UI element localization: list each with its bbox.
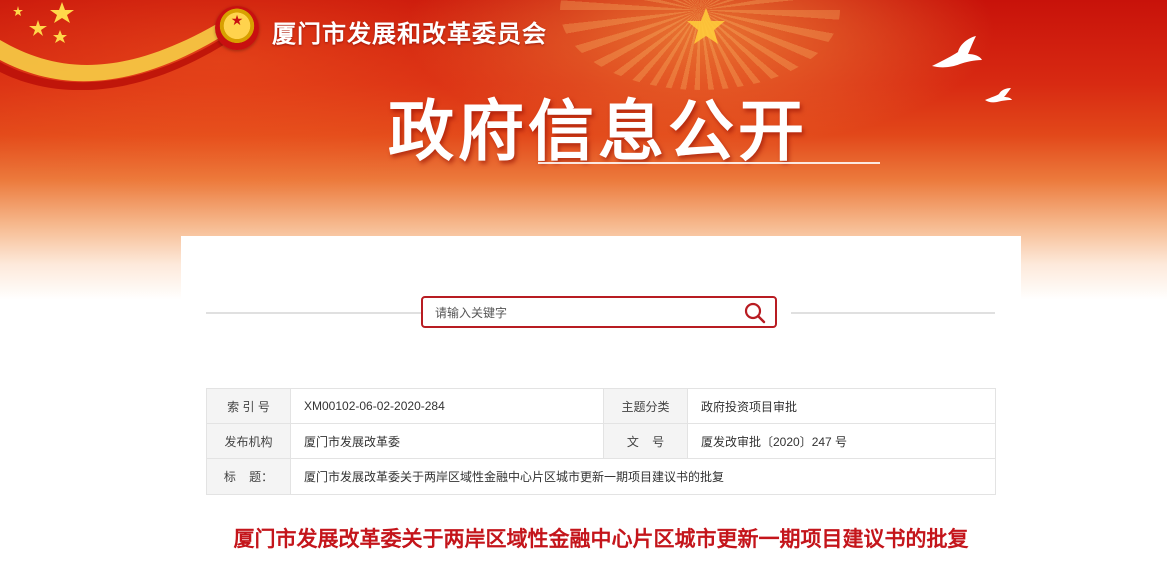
category-label: 主题分类 xyxy=(603,388,688,424)
publisher-label: 发布机构 xyxy=(206,423,291,459)
banner-title: 政府信息公开 xyxy=(388,93,808,170)
index-value: XM00102-06-02-2020-284 xyxy=(290,388,604,424)
content-card: 索 引 号 XM00102-06-02-2020-284 主题分类 政府投资项目… xyxy=(181,236,1021,588)
docno-value: 厦发改审批〔2020〕247 号 xyxy=(687,423,996,459)
publisher-value: 厦门市发展改革委 xyxy=(290,423,604,459)
index-label: 索 引 号 xyxy=(206,388,291,424)
star-icon xyxy=(29,20,47,36)
table-row: 发布机构 厦门市发展改革委 文 号 厦发改审批〔2020〕247 号 xyxy=(206,423,996,459)
search-box xyxy=(421,296,777,328)
dove-icon xyxy=(985,88,1012,103)
national-emblem-icon: ★ xyxy=(215,6,259,50)
divider-left xyxy=(206,312,421,314)
table-row: 标 题： 厦门市发展改革委关于两岸区域性金融中心片区城市更新一期项目建议书的批复 xyxy=(206,458,996,495)
category-value: 政府投资项目审批 xyxy=(687,388,996,424)
document-title: 厦门市发展改革委关于两岸区域性金融中心片区城市更新一期项目建议书的批复 xyxy=(233,527,969,551)
divider-right xyxy=(791,312,995,314)
star-icon xyxy=(53,30,67,43)
search-input[interactable] xyxy=(433,298,737,328)
star-icon xyxy=(687,8,725,44)
dove-icon xyxy=(932,36,982,68)
title-value: 厦门市发展改革委关于两岸区域性金融中心片区城市更新一期项目建议书的批复 xyxy=(290,458,996,495)
docno-label: 文 号 xyxy=(603,423,688,459)
star-icon xyxy=(50,2,74,23)
title-label: 标 题： xyxy=(206,458,291,495)
table-row: 索 引 号 XM00102-06-02-2020-284 主题分类 政府投资项目… xyxy=(206,388,996,424)
search-icon[interactable] xyxy=(743,302,767,324)
star-icon xyxy=(13,6,23,16)
document-meta-table: 索 引 号 XM00102-06-02-2020-284 主题分类 政府投资项目… xyxy=(206,388,996,495)
banner-underline xyxy=(538,162,880,164)
agency-name: 厦门市发展和改革委员会 xyxy=(272,21,547,48)
